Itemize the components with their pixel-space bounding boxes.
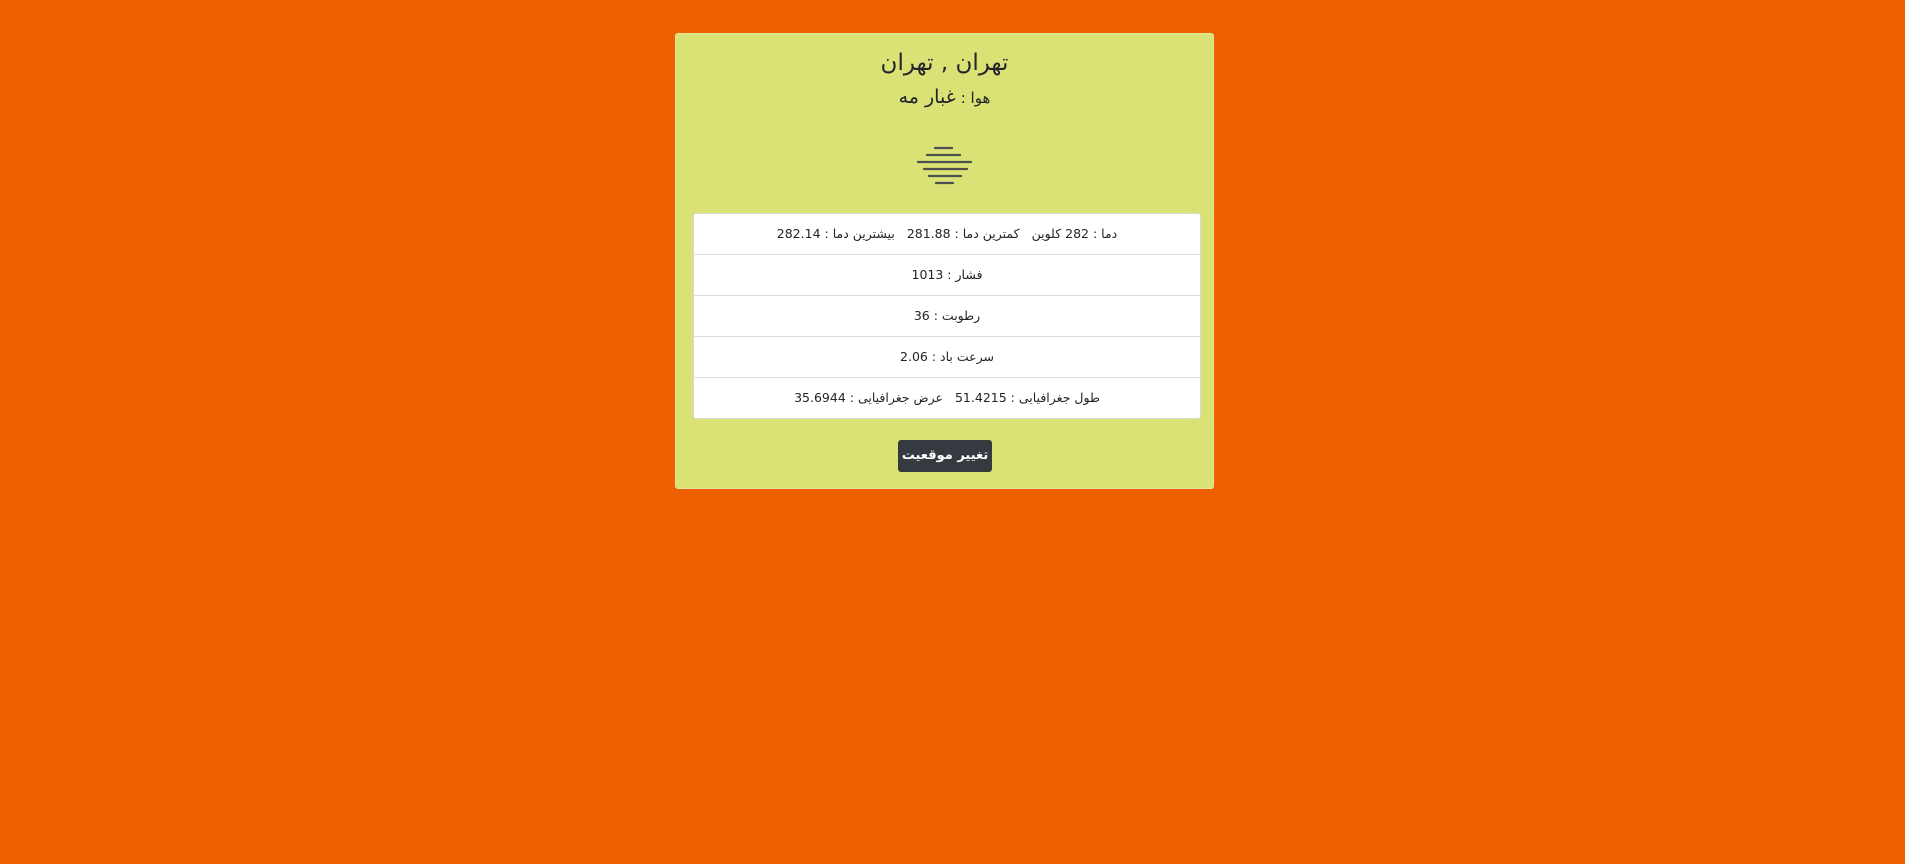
coordinates-row: طول جغرافیایی : 51.4215 عرض جغرافیایی : 3… <box>694 378 1200 418</box>
weather-card: تهران , تهران هوا : غبار مه دما : 282 کل… <box>675 33 1214 489</box>
change-location-button[interactable]: تغییر موقعیت <box>898 440 992 472</box>
wind-speed-value: سرعت باد : 2.06 <box>900 349 994 364</box>
pressure-value: فشار : 1013 <box>911 267 983 282</box>
humidity-row: رطوبت : 36 <box>694 296 1200 337</box>
temperature-value: دما : 282 کلوین <box>1031 226 1118 241</box>
fog-icon <box>917 146 973 185</box>
pressure-row: فشار : 1013 <box>694 255 1200 296</box>
weather-condition: هوا : غبار مه <box>676 84 1213 111</box>
longitude-value: طول جغرافیایی : 51.4215 <box>954 390 1100 405</box>
weather-label: هوا : <box>960 89 991 107</box>
weather-value: غبار مه <box>898 86 956 108</box>
humidity-value: رطوبت : 36 <box>913 308 981 323</box>
weather-details-list: دما : 282 کلوین کمترین دما : 281.88 بیشتری… <box>693 213 1201 419</box>
temperature-row: دما : 282 کلوین کمترین دما : 281.88 بیشتری… <box>694 214 1200 255</box>
min-temperature-value: کمترین دما : 281.88 <box>906 226 1020 241</box>
latitude-value: عرض جغرافیایی : 35.6944 <box>794 390 943 405</box>
city-title: تهران , تهران <box>880 50 1009 76</box>
wind-speed-row: سرعت باد : 2.06 <box>694 337 1200 378</box>
max-temperature-value: بیشترین دما : 282.14 <box>776 226 895 241</box>
